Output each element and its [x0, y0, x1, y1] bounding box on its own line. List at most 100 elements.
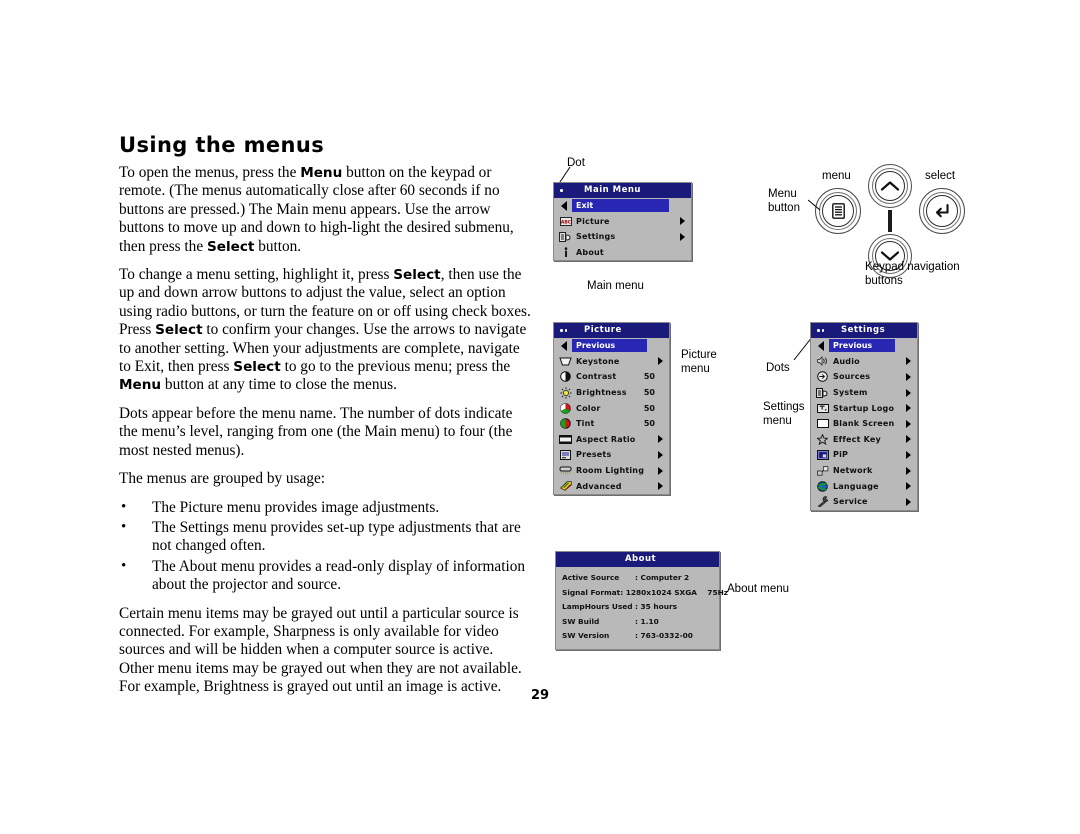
picture-menu-item-previous[interactable]: Previous [554, 338, 669, 354]
paragraph-2: To change a menu setting, highlight it, … [119, 266, 531, 394]
main-menu-item-settings[interactable]: Settings [554, 229, 691, 245]
speaker-icon [815, 356, 830, 367]
picture-menu-item-aspect-ratio[interactable]: Aspect Ratio [554, 432, 669, 448]
settings-menu-item-label: Sources [833, 372, 871, 382]
main-menu-item-exit[interactable]: Exit [554, 198, 691, 214]
settings-menu-dialog[interactable]: Settings Previous Audio Sources System S… [810, 322, 918, 511]
chevron-right-icon [658, 357, 663, 366]
picture-menu-item-value: 50 [643, 388, 655, 398]
settings-menu-item-label: Network [833, 466, 873, 476]
picture-menu-item-keystone[interactable]: Keystone [554, 354, 669, 370]
menu-icon [816, 189, 860, 233]
picture-menu-item-contrast[interactable]: Contrast 50 [554, 369, 669, 385]
enter-select-icon [920, 189, 964, 233]
settings-menu-item-label: Startup Logo [833, 403, 895, 413]
color-wheel-icon [558, 402, 573, 414]
picture-menu-item-label: Presets [576, 450, 612, 460]
picture-menu-item-brightness[interactable]: Brightness 50 [554, 385, 669, 401]
up-button[interactable] [868, 164, 912, 208]
body-text-column: To open the menus, press the Menu button… [119, 164, 531, 707]
settings-menu-item-startup-logo[interactable]: Startup Logo [811, 400, 917, 416]
main-menu-item-about[interactable]: About [554, 245, 691, 261]
settings-menu-item-effect-key[interactable]: Effect Key [811, 432, 917, 448]
settings-menu-item-pip[interactable]: PiP [811, 447, 917, 463]
picture-menu-item-tint[interactable]: Tint 50 [554, 416, 669, 432]
presets-icon [558, 449, 573, 460]
picture-menu-titlebar: Picture [554, 323, 669, 338]
annotation-dots: Dots [766, 362, 790, 374]
chevron-right-icon [658, 466, 663, 475]
settings-menu-item-sources[interactable]: Sources [811, 369, 917, 385]
chevron-right-icon [906, 435, 911, 444]
tint-icon [558, 418, 573, 430]
blank-screen-icon [815, 418, 830, 429]
picture-menu-dialog[interactable]: Picture Previous Keystone Contrast 50 Br… [553, 322, 670, 495]
main-menu-item-label: Exit [572, 199, 669, 213]
settings-menu-item-audio[interactable]: Audio [811, 354, 917, 370]
picture-menu-item-value: 50 [643, 403, 655, 413]
picture-menu-item-label: Tint [576, 419, 595, 429]
picture-menu-item-label: Room Lighting [576, 466, 645, 476]
chevron-right-icon [906, 404, 911, 413]
paragraph-closing: Certain menu items may be grayed out unt… [119, 604, 522, 696]
main-menu-item-label: About [576, 248, 604, 258]
picture-menu-item-value: 50 [643, 419, 655, 429]
settings-menu-item-blank-screen[interactable]: Blank Screen [811, 416, 917, 432]
about-row-value: : 1.10 [635, 616, 659, 626]
about-row-sw-build: SW Build : 1.10 [556, 615, 719, 630]
about-row-sw-version: SW Version : 763-0332-00 [556, 629, 719, 644]
select-button[interactable] [919, 188, 965, 234]
main-menu-item-label: Picture [576, 216, 610, 226]
picture-menu-item-advanced[interactable]: Advanced [554, 478, 669, 494]
about-row-value: : Computer 2 [635, 573, 690, 582]
about-row-key: LampHours Used [562, 602, 633, 611]
about-row-signal-format: Signal Format : 1280x1024 SXGA 75Hz [556, 586, 728, 601]
about-row-active-source: Active Source : Computer 2 [556, 571, 719, 586]
sources-icon [815, 371, 830, 383]
picture-menu-item-color[interactable]: Color 50 [554, 400, 669, 416]
settings-menu-item-language[interactable]: Language [811, 478, 917, 494]
about-row-lamphours-used: LampHours Used : 35 hours [556, 600, 719, 615]
settings-menu-item-label: Language [833, 481, 879, 491]
down-button[interactable] [868, 234, 912, 278]
settings-menu-item-service[interactable]: Service [811, 494, 917, 510]
picture-menu-item-presets[interactable]: Presets [554, 447, 669, 463]
menu-button[interactable] [815, 188, 861, 234]
settings-menu-item-label: PiP [833, 450, 849, 460]
abc-picture-icon: ABC [558, 216, 573, 227]
main-menu-titlebar: Main Menu [554, 183, 691, 198]
main-menu-item-picture[interactable]: ABC Picture [554, 214, 691, 230]
picture-menu-item-label: Aspect Ratio [576, 434, 636, 444]
wrench-icon [815, 496, 830, 508]
list-item: The Settings menu provides set-up type a… [119, 518, 531, 556]
aspect-ratio-icon [558, 434, 573, 445]
chevron-right-icon [906, 482, 911, 491]
info-icon [558, 247, 573, 258]
picture-menu-item-value: 50 [643, 372, 655, 382]
list-item: The About menu provides a read-only disp… [119, 557, 531, 595]
back-arrow-icon [561, 200, 567, 211]
keypad-divider-bar [888, 210, 892, 232]
picture-menu-item-room-lighting[interactable]: Room Lighting [554, 463, 669, 479]
chevron-right-icon [680, 232, 685, 241]
paragraph-3: Dots appear before the menu name. The nu… [119, 404, 513, 459]
settings-menu-item-system[interactable]: System [811, 385, 917, 401]
system-icon [815, 387, 830, 398]
keystone-icon [558, 356, 573, 367]
settings-hand-icon [558, 231, 573, 242]
main-menu-dialog[interactable]: Main Menu Exit ABC Picture Settings Abou… [553, 182, 692, 262]
chevron-right-icon [906, 450, 911, 459]
annotation-menu-button: Menu button [768, 188, 800, 214]
chevron-right-icon [906, 419, 911, 428]
about-row-key: Active Source [562, 573, 620, 582]
network-icon [815, 465, 830, 476]
globe-icon [815, 480, 830, 492]
settings-menu-item-previous[interactable]: Previous [811, 338, 917, 354]
chevron-down-icon [869, 235, 911, 277]
settings-menu-item-network[interactable]: Network [811, 463, 917, 479]
about-menu-dialog[interactable]: About Active Source : Computer 2 Signal … [555, 551, 728, 650]
room-lighting-icon [558, 465, 573, 476]
chevron-right-icon [906, 357, 911, 366]
picture-menu-item-label: Previous [572, 339, 647, 353]
annotation-settings-menu: Settings menu [763, 401, 805, 427]
